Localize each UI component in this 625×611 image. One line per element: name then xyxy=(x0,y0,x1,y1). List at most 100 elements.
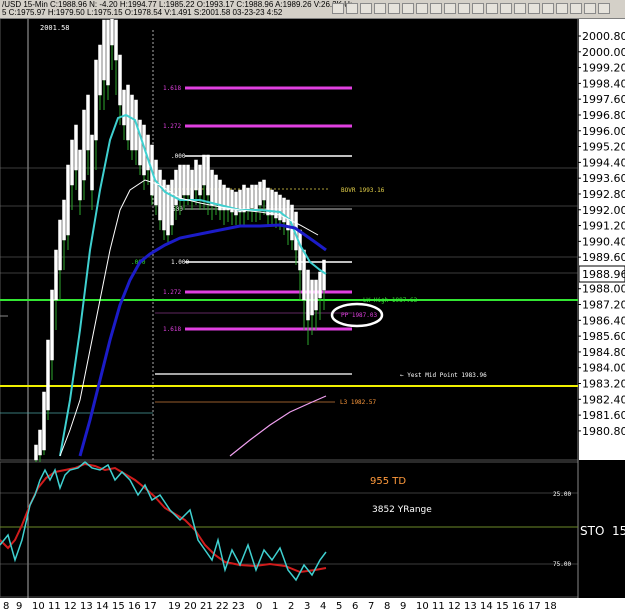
time-label: 23 xyxy=(232,601,245,611)
time-label: 5 xyxy=(336,601,342,611)
price-label: 1988.00 xyxy=(582,283,625,296)
candle-body xyxy=(202,154,206,186)
toolbar-button[interactable] xyxy=(486,3,498,14)
candle-body xyxy=(190,169,194,201)
toolbar-button[interactable] xyxy=(458,3,470,14)
toolbar-button[interactable] xyxy=(556,3,568,14)
toolbar-button[interactable] xyxy=(374,3,386,14)
time-label: 12 xyxy=(64,601,77,611)
fib-level-label: 1.618 xyxy=(163,85,181,92)
toolbar-button[interactable] xyxy=(528,3,540,14)
time-label: 20 xyxy=(184,601,197,611)
candle-body xyxy=(46,339,50,411)
toolbar-button[interactable] xyxy=(430,3,442,14)
toolbar-button[interactable] xyxy=(346,3,358,14)
time-label: 2 xyxy=(288,601,294,611)
candle-body xyxy=(302,249,306,301)
price-label: 1999.20 xyxy=(582,62,625,75)
price-label: 1993.60 xyxy=(582,172,625,185)
time-label: 11 xyxy=(432,601,445,611)
time-label: 9 xyxy=(16,601,22,611)
time-label: 19 xyxy=(168,601,181,611)
candle-body xyxy=(258,181,262,206)
candle-body xyxy=(242,184,246,213)
time-label: 10 xyxy=(32,601,45,611)
yrange-text: 3852 YRange xyxy=(372,505,432,515)
toolbar-button[interactable] xyxy=(388,3,400,14)
price-label: 1989.60 xyxy=(582,251,625,264)
price-label: 1983.20 xyxy=(582,378,625,391)
indicator-level-label: 75.00 xyxy=(553,561,571,568)
price-label: 1985.60 xyxy=(582,330,625,343)
time-label: 16 xyxy=(128,601,141,611)
price-label: 1987.20 xyxy=(582,299,625,312)
time-label: 12 xyxy=(448,601,461,611)
candle-body xyxy=(54,249,58,301)
toolbar-button[interactable] xyxy=(584,3,596,14)
time-label: 21 xyxy=(200,601,213,611)
toolbar-button[interactable] xyxy=(332,3,344,14)
time-label: 7 xyxy=(368,601,374,611)
candle-body xyxy=(98,44,102,96)
indicator-period: 15 xyxy=(612,524,625,538)
candle-body xyxy=(170,179,174,226)
toolbar-button[interactable] xyxy=(500,3,512,14)
price-label: 1998.40 xyxy=(582,77,625,90)
high-marker-label: 2001.58 xyxy=(40,24,70,32)
last-price-label: 1988.96 xyxy=(582,268,625,281)
candle-body xyxy=(254,184,258,211)
price-label: 1996.00 xyxy=(582,125,625,138)
toolbar-button[interactable] xyxy=(514,3,526,14)
td-text: 955 TD xyxy=(370,476,406,487)
price-label: 1995.20 xyxy=(582,141,625,154)
toolbar-button[interactable] xyxy=(444,3,456,14)
candle-body xyxy=(50,289,54,361)
chart-canvas[interactable]: 1.6181.2721.2721.618.0001.000500.000BOVR… xyxy=(0,0,625,611)
toolbar-button[interactable] xyxy=(570,3,582,14)
price-panel xyxy=(0,17,579,461)
fib-level-label: .000 xyxy=(171,153,186,160)
time-label: 6 xyxy=(352,601,358,611)
candle-body xyxy=(70,139,74,186)
candle-body xyxy=(182,164,186,196)
time-label: 13 xyxy=(80,601,93,611)
price-label: 1980.80 xyxy=(582,425,625,438)
toolbar-button[interactable] xyxy=(542,3,554,14)
time-label: 8 xyxy=(384,601,390,611)
price-label: 1984.00 xyxy=(582,362,625,375)
candle-body xyxy=(174,169,178,206)
candle-body xyxy=(78,149,82,201)
candle-body xyxy=(122,89,126,126)
toolbar-button[interactable] xyxy=(360,3,372,14)
bovr-label: BOVR 1993.16 xyxy=(341,187,385,194)
candle-body xyxy=(158,169,162,221)
pp-label: PP 1987.03 xyxy=(341,312,378,319)
candle-body xyxy=(318,271,322,299)
fib-level-label: 1.618 xyxy=(163,326,181,333)
candle-body xyxy=(118,54,122,106)
time-label: 0 xyxy=(256,601,262,611)
time-label: 14 xyxy=(480,601,493,611)
fib-level-label: 1.272 xyxy=(163,289,181,296)
candle-body xyxy=(62,199,66,241)
lw-high-label: LW High 1987.63 xyxy=(363,297,418,304)
time-label: 4 xyxy=(320,601,326,611)
toolbar-button[interactable] xyxy=(402,3,414,14)
toolbar-button[interactable] xyxy=(472,3,484,14)
time-label: 16 xyxy=(512,601,525,611)
toolbar-button[interactable] xyxy=(598,3,610,14)
price-label: 1984.80 xyxy=(582,346,625,359)
price-label: 1992.00 xyxy=(582,204,625,217)
candle-body xyxy=(58,219,62,271)
candle-body xyxy=(214,174,218,206)
chart-title-bar: /USD 15-Min C:1988.96 N: -4.20 H:1994.77… xyxy=(0,0,625,19)
candle-body xyxy=(246,187,250,211)
price-label: 1994.40 xyxy=(582,156,625,169)
candle-body xyxy=(322,259,326,291)
candle-body xyxy=(38,429,42,456)
toolbar-button[interactable] xyxy=(416,3,428,14)
candle-body xyxy=(198,164,202,196)
time-label: 13 xyxy=(464,601,477,611)
time-label: 3 xyxy=(304,601,310,611)
time-label: 10 xyxy=(416,601,429,611)
